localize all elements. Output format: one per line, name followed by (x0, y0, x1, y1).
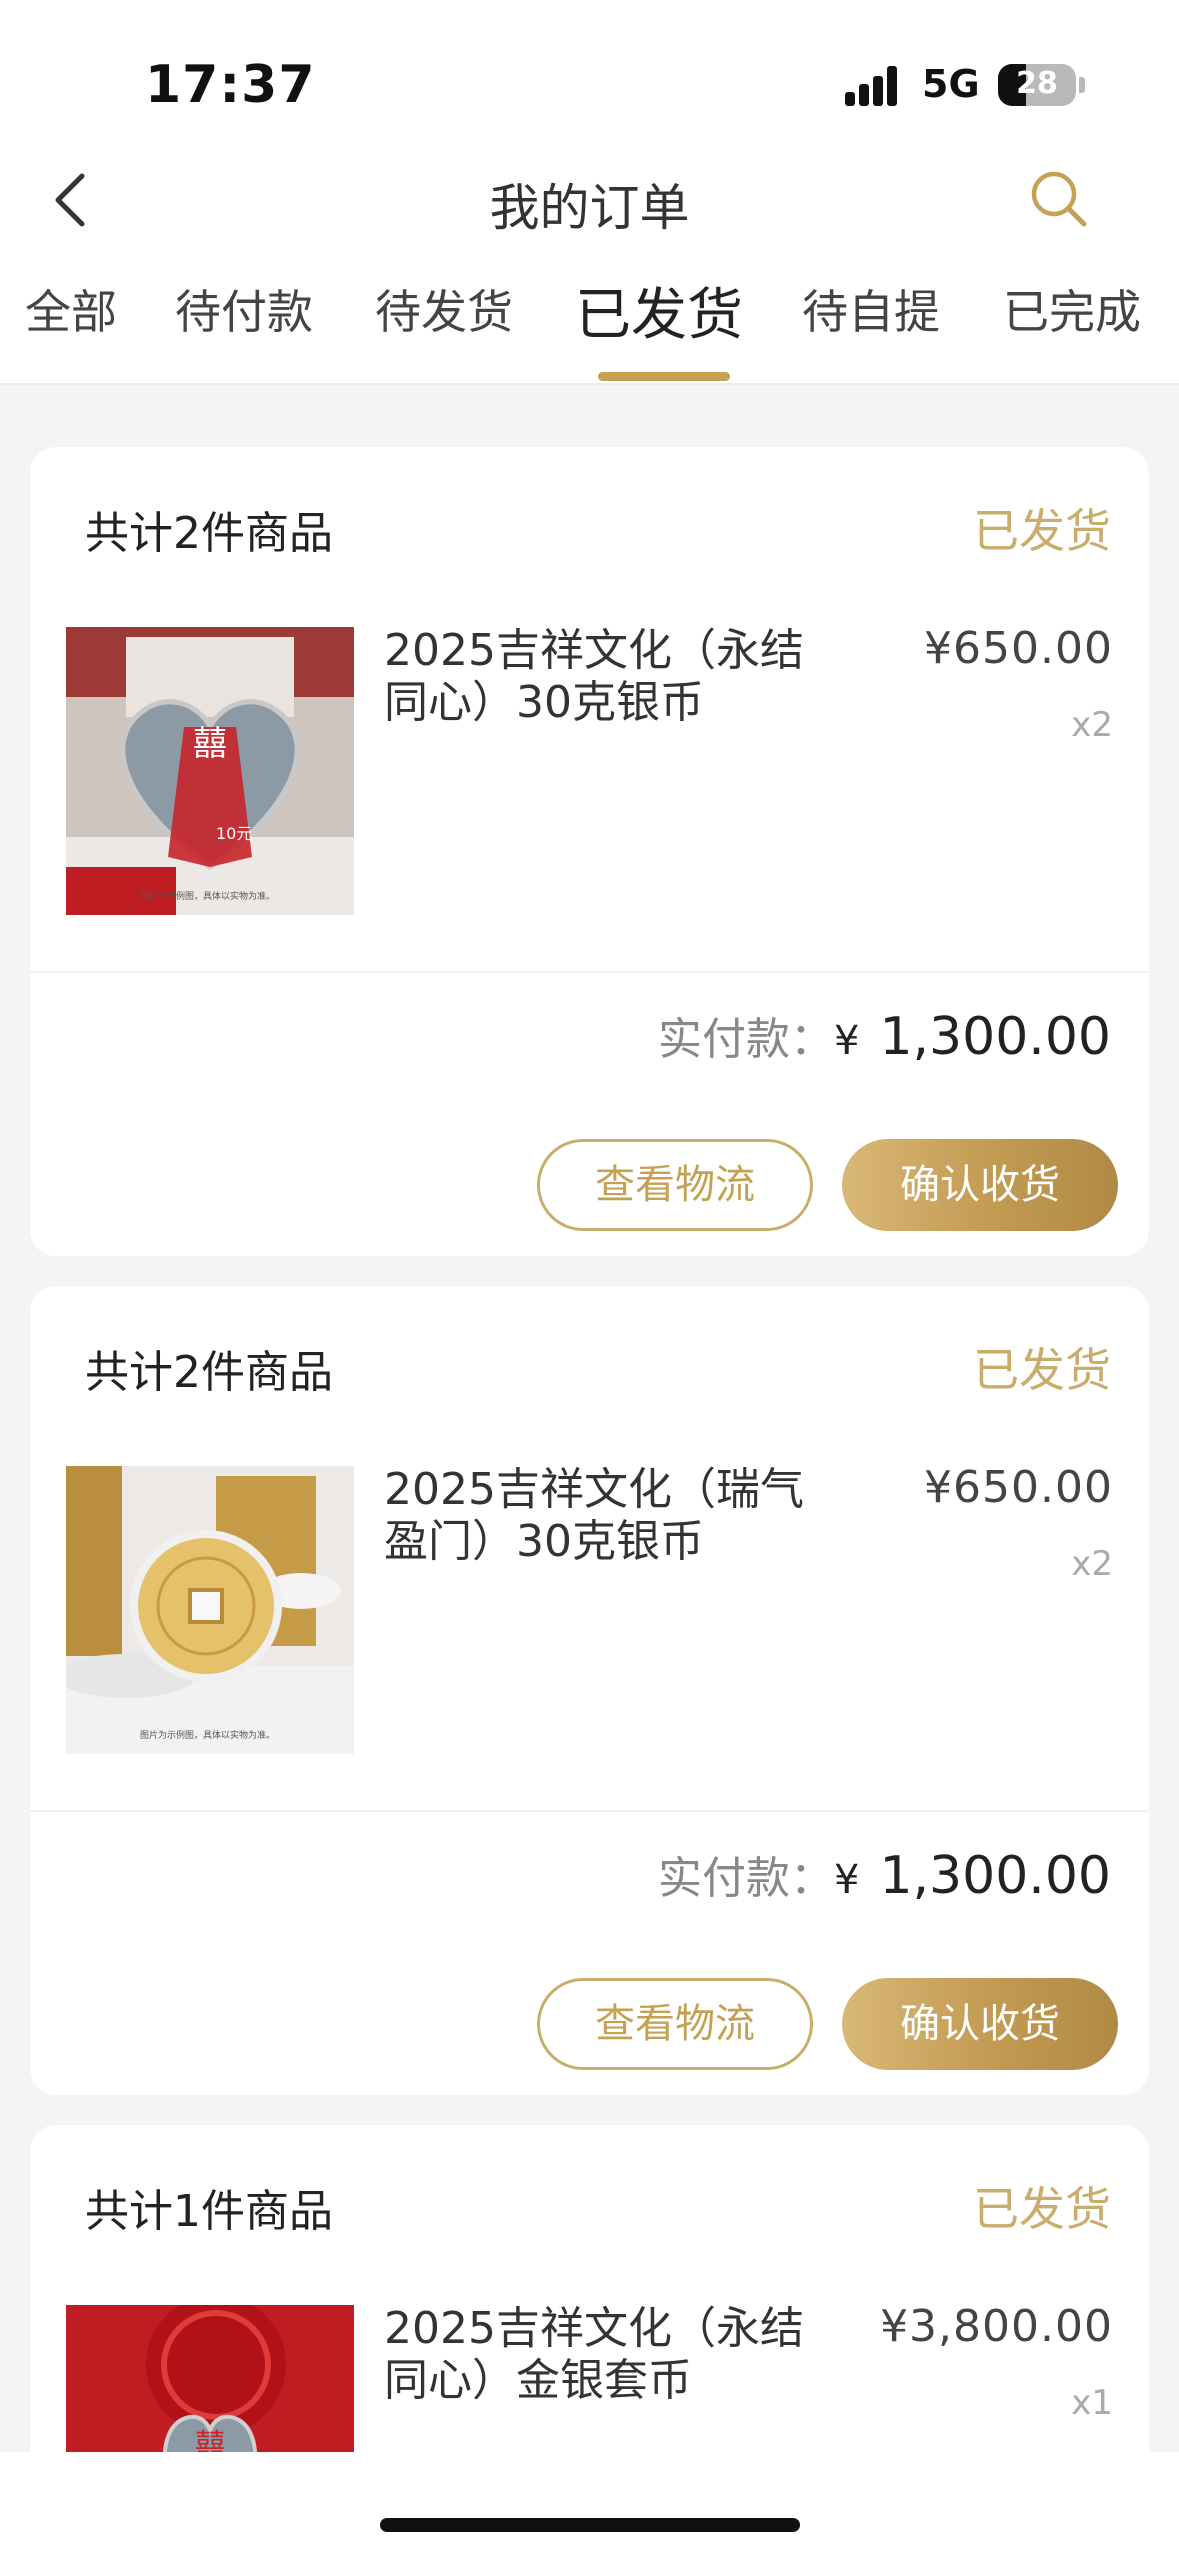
battery-tip (1079, 77, 1085, 93)
divider (30, 1810, 1149, 1812)
active-tab-indicator (598, 372, 730, 381)
search-icon[interactable] (1028, 168, 1090, 230)
paid-amount: 1,300.00 (879, 1846, 1111, 1906)
order-status: 已发货 (973, 1343, 1111, 1397)
image-caption: 图片为示例图，具体以实物为准。 (140, 890, 275, 902)
paid-amount: 1,300.00 (879, 1007, 1111, 1067)
battery-icon: 28 (998, 64, 1076, 106)
confirm-receipt-button[interactable]: 确认收货 (842, 1139, 1118, 1231)
divider (30, 971, 1149, 973)
tab-pending-pickup[interactable]: 待自提 (802, 276, 940, 342)
battery-level: 28 (1016, 66, 1058, 101)
page-title: 我的订单 (489, 179, 690, 237)
paid-currency: ¥ (833, 1857, 860, 1903)
nav-bar: 我的订单 (0, 150, 1179, 250)
network-label: 5G (922, 62, 980, 106)
product-name[interactable]: 2025吉祥文化（永结同心）30克银币 (384, 625, 844, 729)
view-logistics-button[interactable]: 查看物流 (537, 1978, 813, 2070)
tab-pending-shipment[interactable]: 待发货 (375, 276, 513, 342)
product-quantity: x2 (1071, 1544, 1113, 1584)
product-price: ¥3,800.00 (880, 2301, 1113, 2352)
paid-amount-row: 实付款：¥ 1,300.00 (658, 1003, 1111, 1067)
top-area: 17:37 5G 28 我的订单 全部 待付款 待发货 已发货 待自提 已完成 (0, 0, 1179, 385)
bottom-safe-area (0, 2452, 1179, 2556)
tab-all[interactable]: 全部 (25, 276, 117, 342)
tab-pending-payment[interactable]: 待付款 (175, 276, 313, 342)
order-item-count: 共计2件商品 (85, 508, 333, 559)
status-bar: 17:37 5G 28 (0, 0, 1179, 150)
product-price: ¥650.00 (924, 623, 1113, 674)
paid-label: 实付款： (657, 1853, 834, 1904)
product-image[interactable]: 图片为示例图，具体以实物为准。 (66, 1466, 354, 1754)
paid-label: 实付款： (657, 1014, 834, 1065)
confirm-receipt-button[interactable]: 确认收货 (842, 1978, 1118, 2070)
image-caption: 图片为示例图，具体以实物为准。 (140, 1729, 275, 1741)
tab-completed[interactable]: 已完成 (1003, 276, 1141, 342)
order-tabs: 全部 待付款 待发货 已发货 待自提 已完成 (0, 270, 1179, 385)
order-item-count: 共计2件商品 (85, 1347, 333, 1398)
paid-currency: ¥ (833, 1018, 860, 1064)
home-indicator[interactable] (380, 2518, 800, 2532)
order-card[interactable]: 共计2件商品 已发货 图片为示例图，具体以实物为准。 2025吉祥文化（瑞气盈门… (30, 1286, 1149, 2095)
view-logistics-button[interactable]: 查看物流 (537, 1139, 813, 1231)
product-image[interactable]: 囍 10元 图片为示例图，具体以实物为准。 (66, 627, 354, 915)
status-time: 17:37 (145, 55, 316, 115)
order-status: 已发货 (973, 2182, 1111, 2236)
signal-icon (845, 66, 905, 106)
tabs-divider (0, 383, 1179, 385)
product-quantity: x1 (1071, 2383, 1113, 2423)
tab-shipped[interactable]: 已发货 (575, 270, 743, 351)
coin-value: 10元 (216, 824, 252, 843)
coin-mark: 囍 (193, 724, 227, 764)
order-card[interactable]: 共计2件商品 已发货 囍 10元 图片为示例图，具体以实物为准。 2025吉祥文… (30, 447, 1149, 1256)
paid-amount-row: 实付款：¥ 1,300.00 (658, 1842, 1111, 1906)
order-item-count: 共计1件商品 (85, 2186, 333, 2237)
product-name[interactable]: 2025吉祥文化（永结同心）金银套币 (384, 2303, 844, 2407)
product-name[interactable]: 2025吉祥文化（瑞气盈门）30克银币 (384, 1464, 844, 1568)
product-quantity: x2 (1071, 705, 1113, 745)
product-price: ¥650.00 (924, 1462, 1113, 1513)
order-status: 已发货 (973, 504, 1111, 558)
